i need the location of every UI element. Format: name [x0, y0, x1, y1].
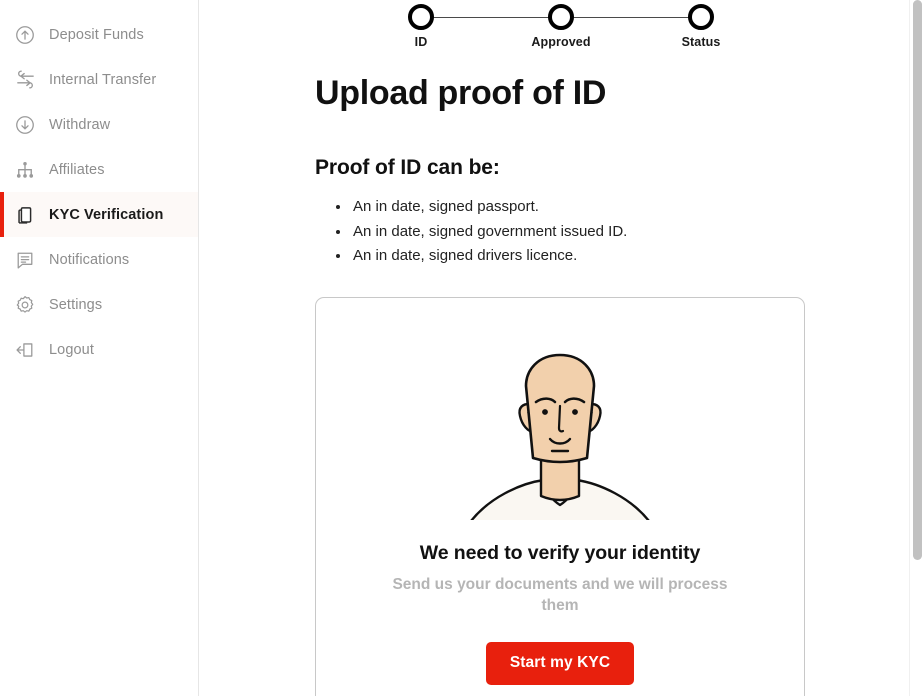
sidebar-item-label: Withdraw — [49, 116, 111, 133]
list-item: An in date, signed drivers licence. — [336, 244, 904, 269]
sidebar-item-label: Affiliates — [49, 161, 105, 178]
stepper-step-label: Approved — [531, 35, 591, 49]
sidebar-item-label: Logout — [49, 341, 94, 358]
step-circle-icon — [688, 4, 714, 30]
sidebar-item-label: Internal Transfer — [49, 71, 157, 88]
stepper-step-label: Status — [681, 35, 721, 49]
kyc-progress-stepper: ID Approved Status — [199, 0, 924, 51]
sidebar-item-label: Deposit Funds — [49, 26, 144, 43]
sidebar-item-label: Settings — [49, 296, 103, 313]
step-circle-icon — [408, 4, 434, 30]
stepper-step-id[interactable]: ID — [361, 0, 481, 49]
sidebar-item-kyc-verification[interactable]: KYC Verification — [0, 192, 198, 237]
proof-section-heading: Proof of ID can be: — [315, 156, 500, 179]
proof-of-id-list: An in date, signed passport. An in date,… — [315, 195, 904, 269]
arrow-up-circle-icon — [12, 22, 38, 48]
sidebar-item-deposit-funds[interactable]: Deposit Funds — [0, 12, 198, 57]
start-kyc-button[interactable]: Start my KYC — [485, 641, 635, 685]
gear-icon — [12, 292, 38, 318]
scrollbar-thumb[interactable] — [913, 0, 922, 560]
step-circle-icon — [548, 4, 574, 30]
main-content: ID Approved Status Upload proof of ID Pr… — [199, 0, 924, 696]
stepper-step-approved[interactable]: Approved — [501, 0, 621, 49]
documents-icon — [12, 202, 38, 228]
sidebar-item-logout[interactable]: Logout — [0, 327, 198, 372]
list-item: An in date, signed passport. — [336, 195, 904, 220]
kyc-verification-card: We need to verify your identity Send us … — [315, 296, 805, 696]
bald-man-avatar-illustration — [470, 353, 650, 520]
stepper-step-label: ID — [414, 35, 428, 49]
sidebar-item-internal-transfer[interactable]: Internal Transfer — [0, 57, 198, 102]
transfer-arrows-icon — [12, 67, 38, 93]
app-root: Deposit Funds Internal Transfer Withdraw… — [0, 0, 924, 696]
sidebar-item-notifications[interactable]: Notifications — [0, 237, 198, 282]
sidebar-item-withdraw[interactable]: Withdraw — [0, 102, 198, 147]
chat-lines-icon — [12, 247, 38, 273]
stepper-step-status[interactable]: Status — [641, 0, 761, 49]
sidebar: Deposit Funds Internal Transfer Withdraw… — [0, 0, 199, 696]
arrow-down-circle-icon — [12, 112, 38, 138]
page-title: Upload proof of ID — [315, 74, 607, 112]
list-item: An in date, signed government issued ID. — [336, 220, 904, 245]
avatar-illustration-wrap — [346, 350, 774, 520]
card-title: We need to verify your identity — [419, 541, 701, 564]
logout-arrow-icon — [12, 337, 38, 363]
org-tree-icon — [12, 157, 38, 183]
sidebar-item-label: KYC Verification — [49, 206, 164, 223]
sidebar-item-affiliates[interactable]: Affiliates — [0, 147, 198, 192]
card-subtitle: Send us your documents and we will proce… — [392, 575, 728, 614]
page-scrollbar[interactable] — [909, 0, 924, 696]
sidebar-item-label: Notifications — [49, 251, 130, 268]
sidebar-item-settings[interactable]: Settings — [0, 282, 198, 327]
